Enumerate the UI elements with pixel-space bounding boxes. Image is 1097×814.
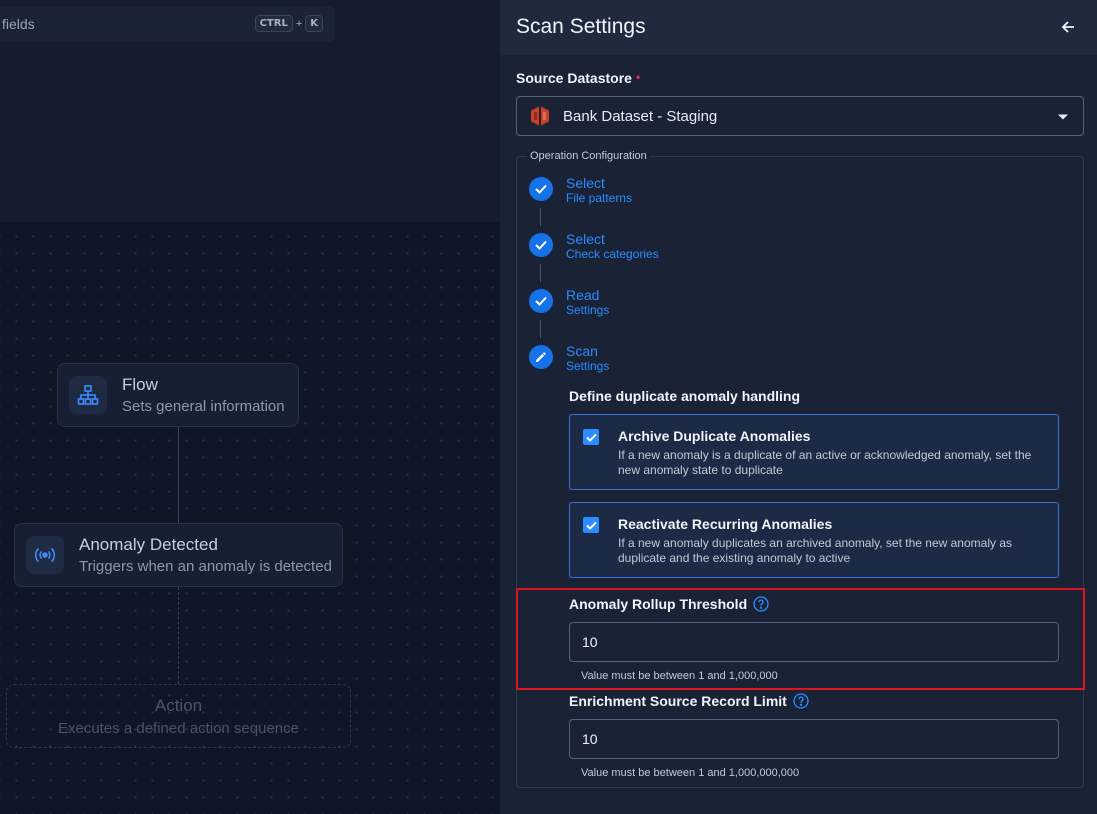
step-subtitle: Settings [566,359,610,373]
option-title: Reactivate Recurring Anomalies [618,516,833,532]
arrow-left-icon [1061,21,1074,33]
step-select-file-patterns[interactable]: Select File patterns [529,175,632,205]
action-connector [178,587,179,684]
step-subtitle: Settings [566,303,610,317]
enrichment-limit-helper: Value must be between 1 and 1,000,000,00… [581,767,800,779]
pencil-icon [529,345,553,369]
enrichment-limit-input[interactable] [569,719,1059,759]
check-icon [529,177,553,201]
duplicate-handling-heading: Define duplicate anomaly handling [569,388,801,404]
flow-node[interactable]: Flow Sets general information [57,363,299,427]
step-read-settings[interactable]: Read Settings [529,287,609,317]
search-bar[interactable]: fields CTRL + K [0,6,335,42]
step-scan-settings[interactable]: Scan Settings [529,343,609,373]
step-connector [540,208,541,226]
panel-title: Scan Settings [516,15,646,38]
operation-configuration-legend: Operation Configuration [527,150,650,162]
source-datastore-label: Source Datastore • [516,70,640,86]
step-title: Read [566,287,600,303]
checkbox-checked[interactable] [583,517,599,533]
canvas-header-area: fields CTRL + K [0,0,500,222]
step-subtitle: File patterns [566,191,633,205]
check-icon [529,233,553,257]
required-marker: • [635,70,641,84]
option-title: Archive Duplicate Anomalies [618,428,811,444]
option-description: If a new anomaly duplicates an archived … [618,536,1012,565]
search-text: fields [2,16,35,32]
source-datastore-select[interactable]: Bank Dataset - Staging [516,96,1084,136]
rollup-threshold-helper: Value must be between 1 and 1,000,000 [581,670,778,682]
aws-s3-icon [529,105,551,127]
chevron-down-icon [1058,114,1068,120]
step-connector [540,264,541,282]
action-node-title: Action [154,695,203,715]
rollup-threshold-label: Anomaly Rollup Threshold [569,596,769,612]
broadcast-icon [26,536,64,574]
step-subtitle: Check categories [566,247,659,261]
step-connector [540,320,541,338]
shortcut-key-ctrl: CTRL [254,15,293,32]
anomaly-detected-node[interactable]: Anomaly Detected Triggers when an anomal… [14,523,343,587]
panel-header: Scan Settings [500,0,1097,55]
action-node-subtitle: Executes a defined action sequence [57,719,299,737]
back-button[interactable] [1057,16,1079,38]
action-node-placeholder[interactable]: Action Executes a defined action sequenc… [6,684,351,748]
reactivate-recurring-anomalies-option[interactable]: Reactivate Recurring Anomalies If a new … [569,502,1059,578]
source-datastore-value: Bank Dataset - Staging [563,107,718,125]
step-select-check-categories[interactable]: Select Check categories [529,231,659,261]
step-title: Select [566,231,605,247]
shortcut-hint: CTRL + K [254,15,323,32]
flow-node-subtitle: Sets general information [122,398,285,415]
shortcut-key-k: K [305,15,323,32]
step-title: Scan [566,343,598,359]
anomaly-node-subtitle: Triggers when an anomaly is detected [79,558,332,575]
check-icon [529,289,553,313]
flow-connector [178,427,179,523]
option-description: If a new anomaly is a duplicate of an ac… [618,448,1032,477]
enrichment-limit-label-text: Enrichment Source Record Limit [569,693,787,709]
shortcut-plus: + [295,17,303,30]
check-icon [585,433,597,442]
rollup-threshold-label-text: Anomaly Rollup Threshold [569,596,748,612]
help-circle-icon[interactable] [793,693,809,709]
archive-duplicate-anomalies-option[interactable]: Archive Duplicate Anomalies If a new ano… [569,414,1059,490]
workflow-canvas: fields CTRL + K Flow Sets general inform… [0,0,500,814]
help-circle-icon[interactable] [753,596,769,612]
flow-node-title: Flow [122,375,158,394]
sitemap-icon [69,376,107,414]
anomaly-node-title: Anomaly Detected [79,535,218,554]
step-title: Select [566,175,605,191]
source-datastore-label-text: Source Datastore [516,70,632,86]
check-icon [585,521,597,530]
rollup-threshold-input[interactable] [569,622,1059,662]
enrichment-limit-label: Enrichment Source Record Limit [569,693,809,709]
checkbox-checked[interactable] [583,429,599,445]
